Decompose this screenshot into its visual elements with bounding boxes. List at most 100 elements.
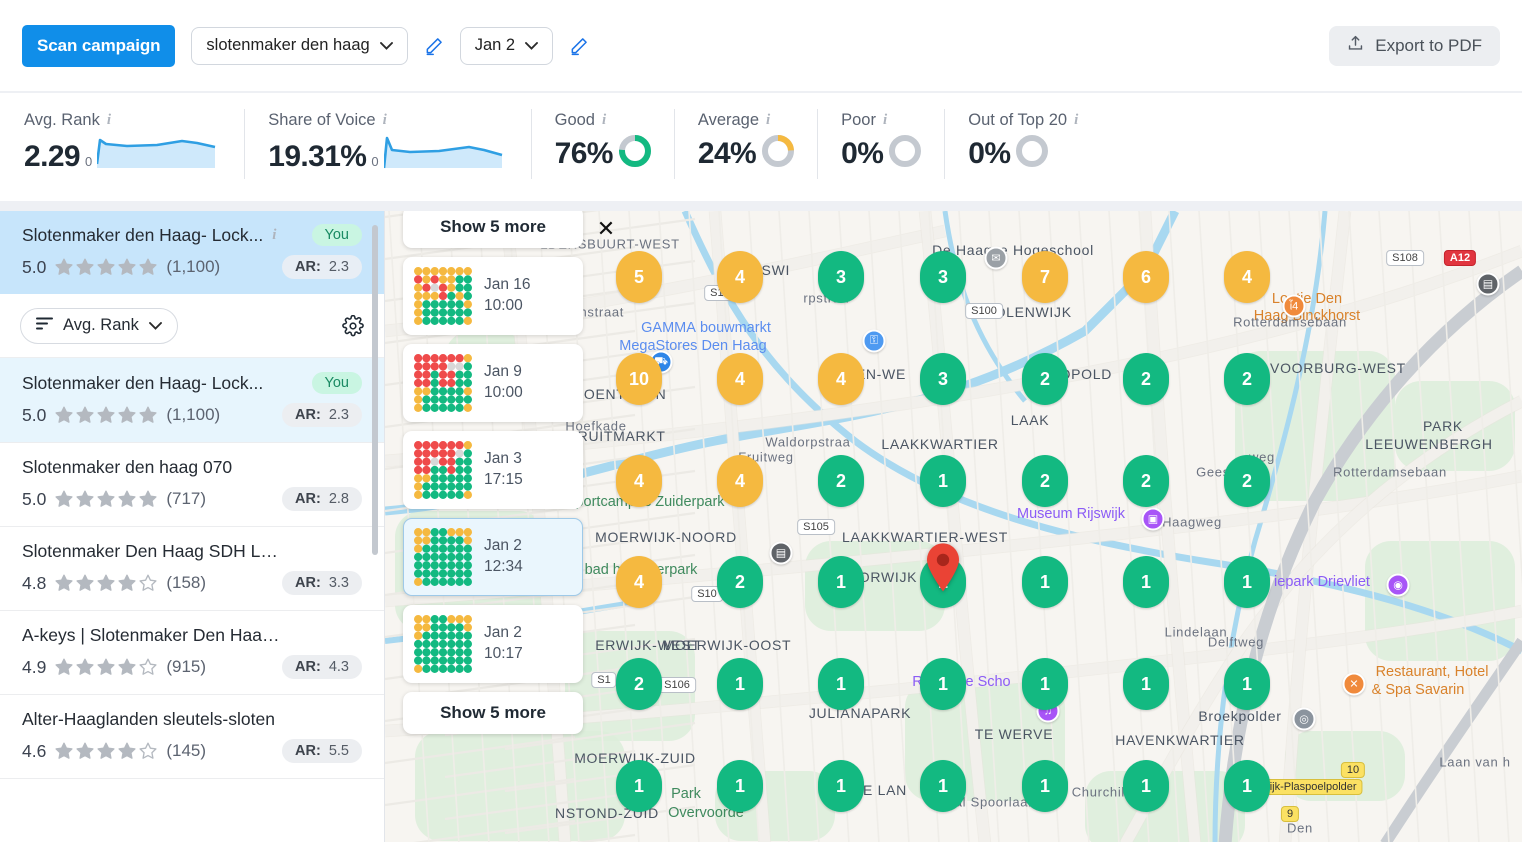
map-poi-icon[interactable]: ▤ xyxy=(769,541,793,565)
map-rank-pin[interactable]: 1 xyxy=(1022,760,1068,812)
map-rank-pin[interactable]: 1 xyxy=(818,760,864,812)
list-scrollbar-thumb[interactable] xyxy=(372,225,378,555)
show-more-bottom-button[interactable]: Show 5 more xyxy=(403,692,583,734)
scan-history-datetime: Jan 3 17:15 xyxy=(484,449,523,491)
metric-card-average: Average i 24% xyxy=(673,93,817,201)
keyword-select[interactable]: slotenmaker den haag xyxy=(191,26,408,65)
show-more-top-button[interactable]: Show 5 more xyxy=(403,211,583,248)
map-rank-value: 1 xyxy=(1140,571,1151,592)
map-rank-pin[interactable]: 1 xyxy=(717,658,763,710)
scan-history-item[interactable]: Jan 3 17:15 xyxy=(403,431,583,509)
scan-history-item[interactable]: Jan 9 10:00 xyxy=(403,344,583,422)
map-route-shield: 9 xyxy=(1280,806,1300,822)
scan-history-item[interactable]: Jan 2 10:17 xyxy=(403,605,583,683)
map-rank-pin[interactable]: 2 xyxy=(1224,455,1270,507)
map-rank-pin[interactable]: 4 xyxy=(818,353,864,405)
info-icon[interactable]: i xyxy=(602,113,606,128)
map-poi-icon[interactable]: ▣ xyxy=(1141,507,1165,531)
map-rank-pin[interactable]: 2 xyxy=(1123,455,1169,507)
sort-select[interactable]: Avg. Rank xyxy=(20,307,178,344)
map-rank-pin[interactable]: 3 xyxy=(920,251,966,303)
info-icon[interactable]: i xyxy=(1074,113,1078,128)
list-item-header: A-keys | Slotenmaker Den Haag (de... xyxy=(22,625,362,646)
map-label: Rotterdamsebaan xyxy=(1333,464,1447,480)
map-rank-pin[interactable]: 1 xyxy=(1224,556,1270,608)
map-rank-pin[interactable]: 2 xyxy=(717,556,763,608)
map-poi-icon[interactable]: ◉ xyxy=(1386,573,1410,597)
edit-date-icon[interactable] xyxy=(569,36,589,56)
map-rank-pin[interactable]: 4 xyxy=(717,455,763,507)
map-rank-value: 1 xyxy=(835,673,846,694)
map-rank-pin[interactable]: 1 xyxy=(1022,658,1068,710)
map-poi-icon[interactable]: ✕ xyxy=(1342,672,1366,696)
map-rank-pin[interactable]: 1 xyxy=(920,658,966,710)
info-icon[interactable]: i xyxy=(107,113,111,128)
map-rank-pin[interactable]: 2 xyxy=(818,455,864,507)
list-item[interactable]: Slotenmaker den haag 070 5.0 (717) AR: 2.8 xyxy=(0,443,384,527)
map-panel[interactable]: LDERSBUURT-WESTDERSWIDe Haagse Hogeschoo… xyxy=(384,211,1522,842)
map-rank-pin[interactable]: 2 xyxy=(1123,353,1169,405)
map-rank-pin[interactable]: 1 xyxy=(1123,658,1169,710)
map-rank-pin[interactable]: 1 xyxy=(920,760,966,812)
map-poi-icon[interactable]: ▤ xyxy=(1476,272,1500,296)
list-scrollbar-track[interactable] xyxy=(372,217,381,647)
map-poi-icon[interactable]: ⚿ xyxy=(862,329,886,353)
map-rank-pin[interactable]: 10 xyxy=(616,353,662,405)
map-rank-pin[interactable]: 2 xyxy=(1022,455,1068,507)
map-poi-icon[interactable]: ◎ xyxy=(1292,707,1316,731)
list-item[interactable]: Alter-Haaglanden sleutels-sloten 4.6 (145)… xyxy=(0,695,384,779)
map-rank-pin[interactable]: 4 xyxy=(1224,251,1270,303)
map-rank-pin[interactable]: 1 xyxy=(818,658,864,710)
business-name: Slotenmaker den haag 070 xyxy=(22,457,233,477)
map-rank-pin[interactable]: 1 xyxy=(920,455,966,507)
map-rank-pin[interactable]: 4 xyxy=(717,251,763,303)
map-poi-icon[interactable]: ✉ xyxy=(984,246,1008,270)
map-rank-pin[interactable]: 4 xyxy=(616,455,662,507)
map-rank-pin[interactable]: 1 xyxy=(818,556,864,608)
close-icon[interactable]: ✕ xyxy=(595,216,617,241)
info-icon[interactable]: i xyxy=(383,113,387,128)
map-rank-pin[interactable]: 2 xyxy=(616,658,662,710)
donut-chart xyxy=(618,135,651,167)
map-rank-pin[interactable]: 1 xyxy=(1224,658,1270,710)
your-location-marker[interactable] xyxy=(924,542,962,597)
map-rank-pin[interactable]: 1 xyxy=(717,760,763,812)
scan-history-item[interactable]: Jan 16 10:00 xyxy=(403,257,583,335)
map-rank-pin[interactable]: 1 xyxy=(1123,760,1169,812)
list-item[interactable]: Slotenmaker den Haag- Lock... You 5.0 (1,10… xyxy=(0,358,384,443)
selected-business-card[interactable]: Slotenmaker den Haag- Lock... i You 5.0 … xyxy=(0,211,384,294)
scan-grid-thumbnail xyxy=(414,267,472,325)
map-rank-pin[interactable]: 3 xyxy=(818,251,864,303)
map-rank-pin[interactable]: 1 xyxy=(1123,556,1169,608)
map-rank-pin[interactable]: 2 xyxy=(1022,353,1068,405)
map-rank-pin[interactable]: 3 xyxy=(920,353,966,405)
map-rank-pin[interactable]: 1 xyxy=(1224,760,1270,812)
list-item[interactable]: Slotenmaker Den Haag SDH Locks... 4.8 (158… xyxy=(0,527,384,611)
map-rank-pin[interactable]: 5 xyxy=(616,251,662,303)
export-to-pdf-button[interactable]: Export to PDF xyxy=(1329,25,1500,66)
info-icon[interactable]: i xyxy=(883,113,887,128)
edit-keyword-icon[interactable] xyxy=(424,36,444,56)
map-rank-pin[interactable]: 4 xyxy=(717,353,763,405)
scan-campaign-button[interactable]: Scan campaign xyxy=(22,24,176,67)
metric-card-share-of-voice: Share of Voice i 19.31% 0 xyxy=(244,93,530,201)
gear-icon[interactable] xyxy=(342,314,364,337)
map-rank-pin[interactable]: 6 xyxy=(1123,251,1169,303)
map-rank-pin[interactable]: 4 xyxy=(616,556,662,608)
map-label: Park xyxy=(671,786,701,802)
date-select[interactable]: Jan 2 xyxy=(459,26,554,65)
map-rank-pin[interactable]: 1 xyxy=(616,760,662,812)
list-item[interactable]: A-keys | Slotenmaker Den Haag (de... 4.9 (… xyxy=(0,611,384,695)
map-rank-pin[interactable]: 2 xyxy=(1224,353,1270,405)
info-icon[interactable]: i xyxy=(272,227,276,243)
metric-body: 24% xyxy=(698,134,795,169)
info-icon[interactable]: i xyxy=(766,113,770,128)
map-rank-pin[interactable]: 7 xyxy=(1022,251,1068,303)
competitor-list[interactable]: Slotenmaker den Haag- Lock... You 5.0 (1,10… xyxy=(0,358,384,842)
map-rank-pin[interactable]: 1 xyxy=(1022,556,1068,608)
list-item-rating-row: 4.8 (158) AR: 3.3 xyxy=(22,571,362,595)
scan-history-item[interactable]: Jan 2 12:34 xyxy=(403,518,583,596)
review-count: (915) xyxy=(166,657,207,676)
list-item-header: Slotenmaker den haag 070 xyxy=(22,457,362,478)
map-poi-icon[interactable]: ἷ4 xyxy=(1282,294,1306,318)
